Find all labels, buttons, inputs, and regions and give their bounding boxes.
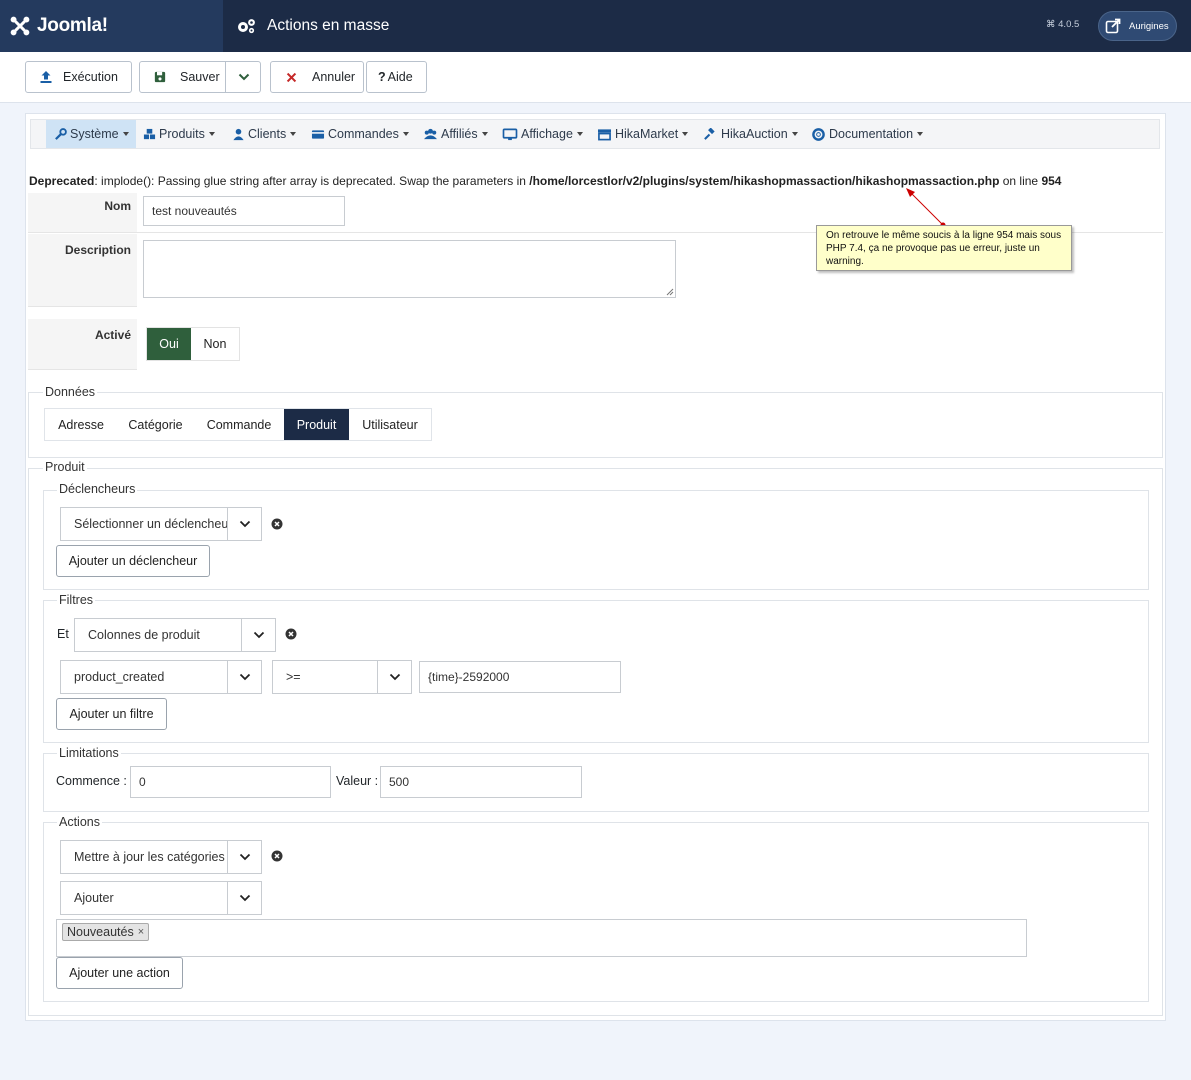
remove-filter-icon[interactable] [285,628,297,640]
menu-item-systeme[interactable]: Système [46,120,136,148]
active-toggle: Oui Non [146,327,240,361]
tab-produit[interactable]: Produit [284,409,349,440]
menu-item-clients[interactable]: Clients [232,120,297,148]
remove-trigger-icon[interactable] [271,518,283,530]
menu-item-affilies[interactable]: Affiliés [423,120,488,148]
save-icon [154,71,166,83]
question-icon: ? [378,70,386,84]
upload-icon [40,71,52,83]
joomla-logo-icon [10,16,30,36]
desktop-icon [502,128,518,140]
cubes-icon [143,128,156,139]
chevron-down-icon [239,520,250,528]
menu-item-hikamarket[interactable]: HikaMarket [597,120,689,148]
filters-legend: Filtres [57,593,96,607]
chevron-down-icon [239,673,250,681]
add-action-button[interactable]: Ajouter une action [56,957,183,989]
chevron-down-icon [239,894,250,902]
filter-column-select[interactable]: product_created [60,660,262,694]
wrench-icon [55,127,67,140]
tab-adresse[interactable]: Adresse [45,409,117,440]
trigger-select[interactable]: Sélectionner un déclencheur [60,507,262,541]
description-field[interactable] [143,240,676,298]
menu-item-affichage[interactable]: Affichage [502,120,583,148]
action-mode-select[interactable]: Ajouter [60,881,262,915]
annotation-note: On retrouve le même soucis à la ligne 95… [816,225,1072,271]
gears-icon [238,19,255,34]
component-menu: Système Produits Clients Commandes Affil… [30,119,1160,149]
version-label: ⌘ 4.0.5 [1046,19,1080,30]
start-field[interactable]: 0 [130,766,331,798]
external-link-icon [1105,18,1121,34]
execute-button[interactable]: Exécution [25,61,132,93]
category-tag-input[interactable]: Nouveautés × [56,919,1027,957]
yes-option[interactable]: Oui [147,328,191,360]
filter-prefix: Et [57,627,69,641]
action-select[interactable]: Mettre à jour les catégories [60,840,262,874]
save-button[interactable]: Sauver [139,61,261,93]
app-header: Joomla! Actions en masse ⌘ 4.0.5 Aurigin… [0,0,1191,52]
deprecated-warning: Deprecated: implode(): Passing glue stri… [29,174,1062,188]
chevron-down-icon [238,73,249,81]
remove-action-icon[interactable] [271,850,283,862]
active-label: Activé [28,319,137,370]
filter-type-select[interactable]: Colonnes de produit [74,618,276,652]
joomla-small-icon: ⌘ [1046,19,1056,30]
user-icon [233,128,244,140]
tab-categorie[interactable]: Catégorie [117,409,194,440]
tab-commande[interactable]: Commande [194,409,284,440]
credit-card-icon [311,129,325,139]
data-tabs: Adresse Catégorie Commande Produit Utili… [44,408,432,441]
page-title: Actions en masse [267,17,390,34]
description-label: Description [28,234,137,307]
menu-item-documentation[interactable]: Documentation [812,120,924,148]
tab-utilisateur[interactable]: Utilisateur [349,409,431,440]
site-link-button[interactable]: Aurigines [1098,11,1177,41]
toolbar: Exécution Sauver Annuler ? Aide [0,52,1191,103]
data-legend: Données [43,385,98,399]
add-trigger-button[interactable]: Ajouter un déclencheur [56,545,210,577]
no-option[interactable]: Non [191,328,239,360]
menu-item-hikaauction[interactable]: HikaAuction [703,120,798,148]
brand-name: Joomla! [37,15,108,36]
name-label: Nom [28,193,137,233]
cancel-button[interactable]: Annuler [270,61,364,93]
product-legend: Produit [43,460,87,474]
chevron-down-icon [253,631,264,639]
value-label: Valeur : [336,774,379,788]
triggers-legend: Déclencheurs [57,482,138,496]
chevron-down-icon [239,853,250,861]
remove-tag-icon[interactable]: × [138,926,144,938]
close-icon [286,72,297,82]
add-filter-button[interactable]: Ajouter un filtre [56,698,167,730]
users-icon [424,128,437,139]
limits-legend: Limitations [57,746,121,760]
store-icon [598,128,611,140]
menu-item-produits[interactable]: Produits [143,120,215,148]
name-field[interactable]: test nouveautés [143,196,345,226]
menu-item-commandes[interactable]: Commandes [311,120,409,148]
help-button[interactable]: ? Aide [366,61,427,93]
category-tag: Nouveautés × [62,923,150,941]
actions-legend: Actions [57,815,102,829]
joomla-logo[interactable]: Joomla! [0,0,223,52]
gavel-icon [704,127,715,140]
resize-handle-icon [666,288,674,296]
save-dropdown-toggle[interactable] [225,62,261,92]
life-ring-icon [812,127,825,141]
filter-value-field[interactable]: {time}-2592000 [419,661,621,693]
start-label: Commence : [56,774,127,788]
chevron-down-icon [389,673,400,681]
filter-operator-select[interactable]: >= [272,660,412,694]
value-field[interactable]: 500 [380,766,582,798]
